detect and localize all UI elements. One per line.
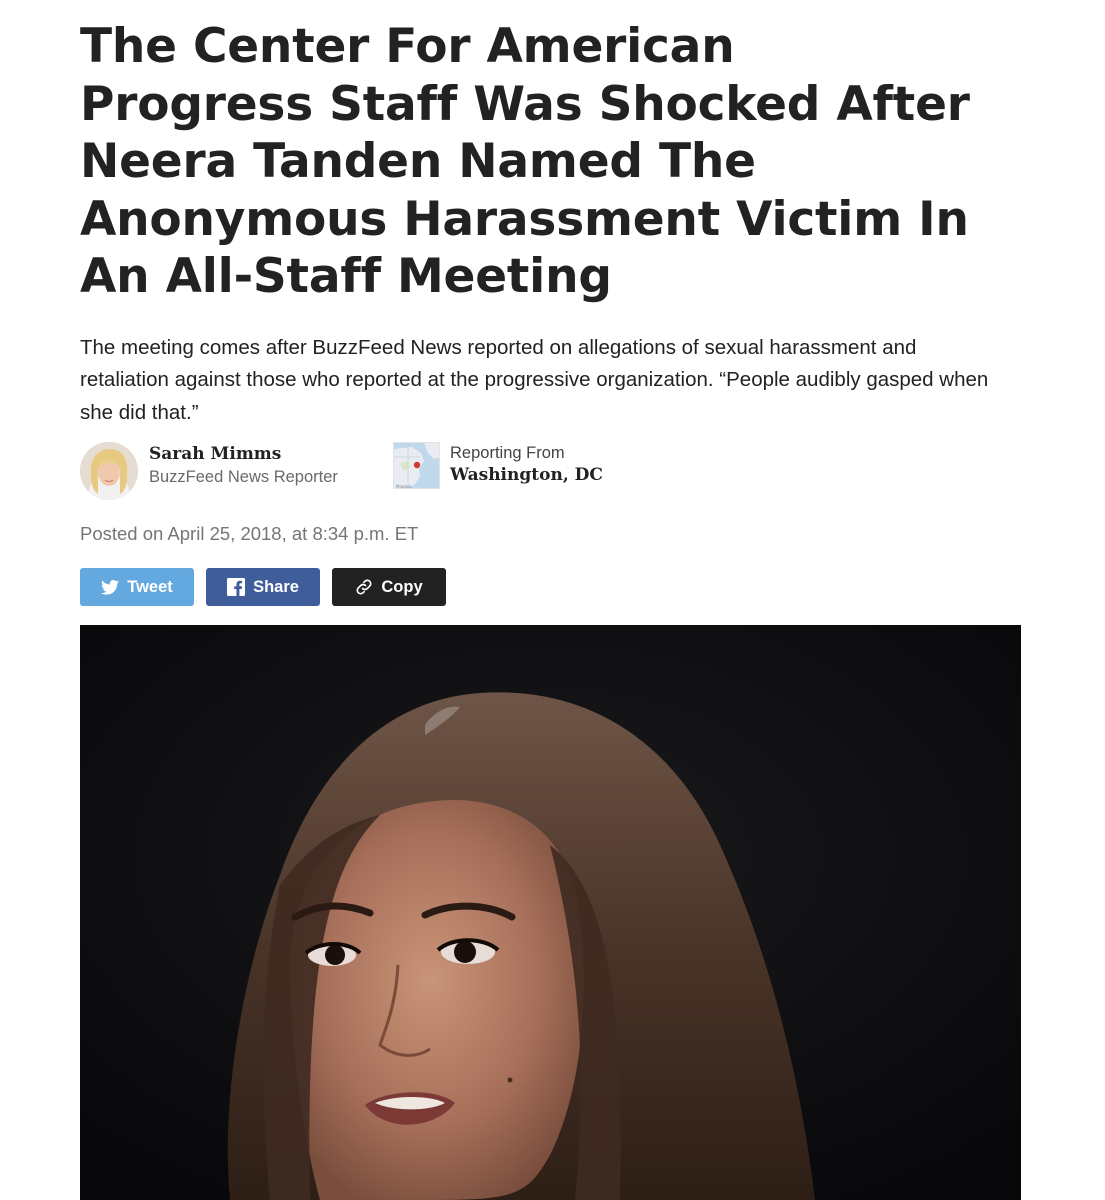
copy-link-button[interactable]: Copy <box>332 568 446 606</box>
twitter-bird-icon <box>101 579 120 595</box>
author-photo <box>80 442 138 500</box>
article: The Center For American Progress Staff W… <box>80 0 1021 1200</box>
share-label: Share <box>253 577 299 596</box>
hero-photo <box>80 625 1021 1200</box>
article-dek: The meeting comes after BuzzFeed News re… <box>80 335 989 424</box>
hero-image <box>80 625 1021 1200</box>
author-byline[interactable]: Sarah Mimms BuzzFeed News Reporter <box>80 440 380 502</box>
link-icon <box>355 578 373 596</box>
facebook-share-button[interactable]: Share <box>206 568 320 606</box>
tweet-button[interactable]: Tweet <box>80 568 194 606</box>
copy-label: Copy <box>381 577 423 596</box>
location-label: Reporting From <box>450 444 565 462</box>
byline: Sarah Mimms BuzzFeed News Reporter Mapbo… <box>80 440 780 502</box>
tweet-label: Tweet <box>127 577 173 596</box>
svg-text:Mapbox: Mapbox <box>396 484 412 489</box>
author-avatar[interactable] <box>80 442 138 500</box>
location-value: Washington, DC <box>450 465 603 485</box>
facebook-f-icon <box>227 578 246 596</box>
publish-timestamp: Posted on April 25, 2018, at 8:34 p.m. E… <box>80 523 419 544</box>
author-name[interactable]: Sarah Mimms <box>149 444 281 464</box>
author-role: BuzzFeed News Reporter <box>149 468 338 486</box>
map-icon: Mapbox <box>394 443 439 489</box>
headline: The Center For American Progress Staff W… <box>80 19 970 304</box>
location-map-thumbnail: Mapbox <box>393 442 440 489</box>
reporting-location: Mapbox Reporting From Washington, DC <box>393 440 713 502</box>
